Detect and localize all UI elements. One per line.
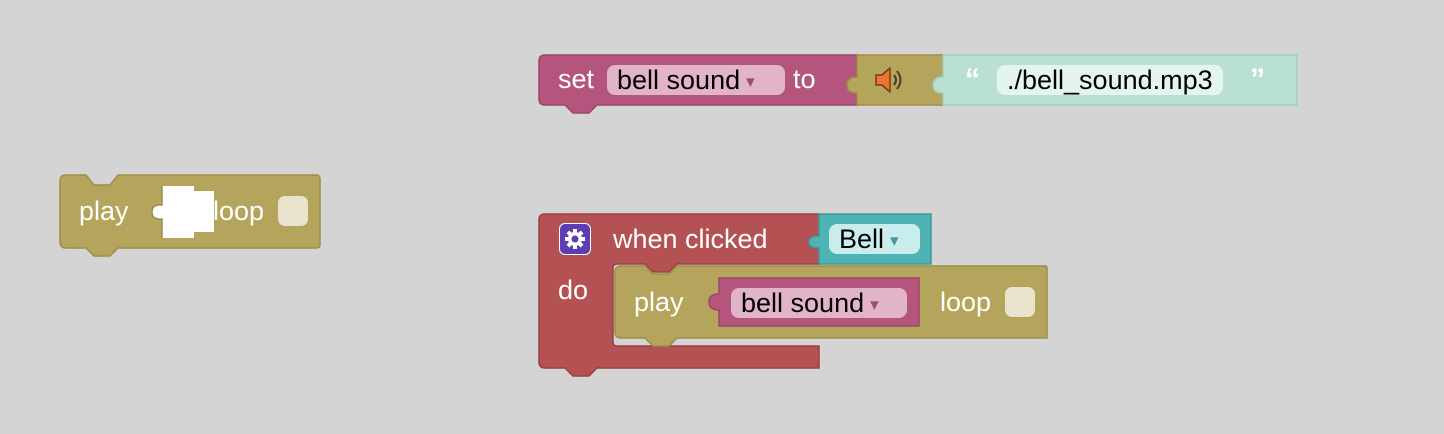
loop-checkbox[interactable] bbox=[278, 196, 308, 226]
sound-path-text: ./bell_sound.mp3 bbox=[1007, 65, 1213, 95]
when-clicked-label: when clicked bbox=[613, 224, 768, 254]
speaker-icon[interactable] bbox=[873, 65, 907, 95]
play-label: play bbox=[634, 287, 684, 317]
empty-sound-input[interactable] bbox=[150, 186, 194, 238]
do-label: do bbox=[558, 275, 589, 305]
play-sound-block[interactable]: play loop bbox=[58, 172, 322, 258]
dropdown-arrow-icon: ▾ bbox=[746, 72, 755, 91]
open-quote: “ bbox=[965, 63, 980, 96]
when-clicked-block[interactable]: when clicked Bell ▾ do play bell sound ▾ l… bbox=[537, 212, 1049, 380]
dropdown-arrow-icon: ▾ bbox=[890, 231, 899, 250]
play-label: play bbox=[79, 196, 129, 226]
blocks-workspace[interactable]: play loop set bell sound ▾ to “ ./bell_s… bbox=[0, 0, 1444, 434]
dropdown-arrow-icon: ▾ bbox=[870, 295, 879, 314]
loop-label: loop bbox=[940, 287, 992, 317]
variable-dropdown[interactable]: bell sound ▾ bbox=[607, 65, 785, 95]
set-variable-block[interactable]: set bell sound ▾ to “ ./bell_sound.mp3 ” bbox=[537, 53, 1300, 115]
gear-icon[interactable] bbox=[559, 223, 591, 255]
variable-name: bell sound bbox=[617, 65, 741, 95]
variable-dropdown[interactable]: bell sound ▾ bbox=[731, 288, 907, 318]
sound-path-field[interactable]: ./bell_sound.mp3 bbox=[997, 65, 1223, 95]
variable-name: bell sound bbox=[741, 288, 865, 318]
loop-label: loop bbox=[213, 196, 265, 226]
button-name: Bell bbox=[839, 224, 885, 254]
loop-checkbox[interactable] bbox=[1005, 287, 1035, 317]
close-quote: ” bbox=[1250, 63, 1265, 96]
button-dropdown[interactable]: Bell ▾ bbox=[829, 224, 920, 254]
set-label: set bbox=[558, 64, 595, 94]
to-label: to bbox=[793, 64, 816, 94]
